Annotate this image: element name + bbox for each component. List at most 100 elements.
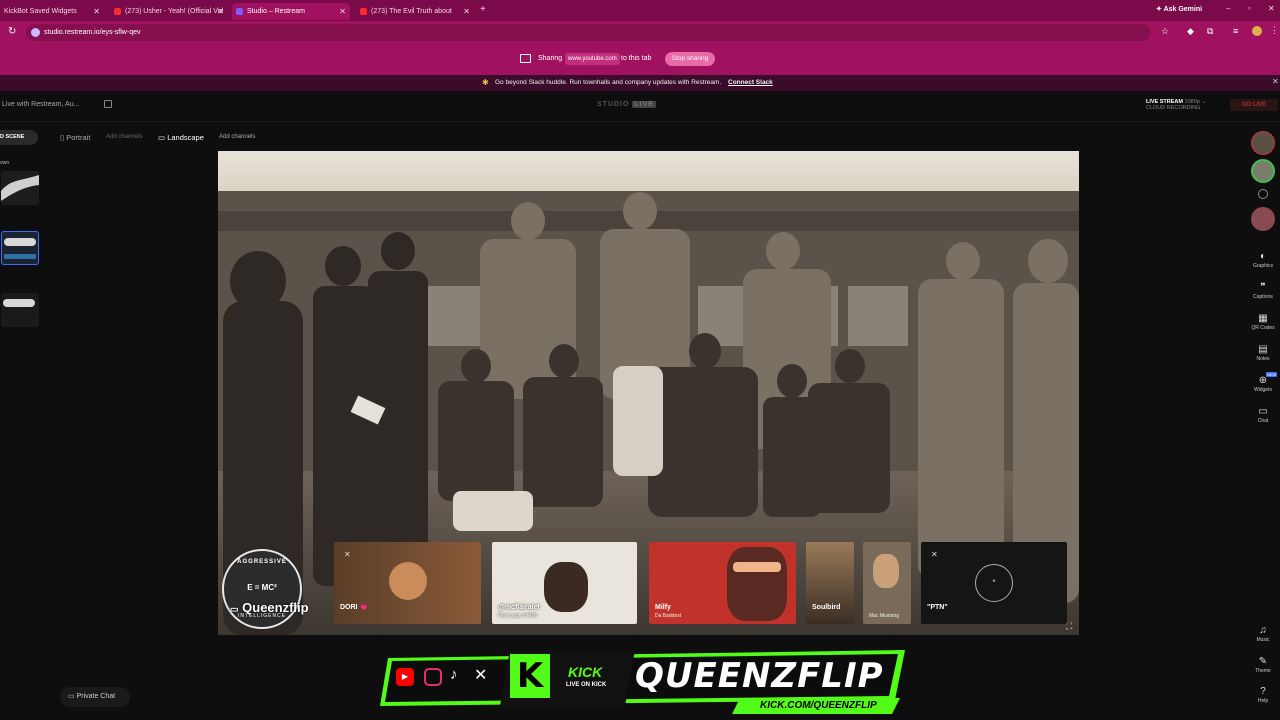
studio-logo: STUDIO LIVE xyxy=(597,101,656,108)
restream-icon xyxy=(236,8,243,15)
tab-title: (273) Usher - Yeah! (Official Vid xyxy=(125,8,224,15)
tiktok-icon: ♪ xyxy=(450,666,458,683)
private-chat-button[interactable]: ▭ Private Chat xyxy=(60,687,130,707)
qr-icon: ▦ xyxy=(1258,313,1268,324)
tab-studio-restream[interactable]: Studio – Restream ✕ xyxy=(232,3,350,20)
close-banner-icon[interactable]: ✕ xyxy=(1272,77,1279,86)
mic-muted-icon: ✕ xyxy=(344,550,351,559)
captions-icon: ❞ xyxy=(1260,282,1266,293)
graphics-tool[interactable]: ◐ Graphics xyxy=(1246,251,1280,269)
close-window-icon[interactable]: ✕ xyxy=(1268,4,1275,13)
scene-thumb-1[interactable] xyxy=(1,171,39,205)
guest-tile-nicflairalet[interactable]: @nicflairalet First Lady of FDN xyxy=(492,542,637,624)
theme-tool[interactable]: ✎ Theme xyxy=(1246,656,1280,674)
live-stream-settings[interactable]: LIVE STREAM 1080p ⌄ CLOUD RECORDING xyxy=(1146,99,1206,111)
screen-share-icon xyxy=(520,54,531,63)
landscape-icon: ▭ xyxy=(158,133,166,142)
close-tab-icon[interactable]: ✕ xyxy=(217,7,224,16)
fullscreen-icon[interactable]: ⛶ xyxy=(1066,621,1072,632)
guest-tile-mac-mustang[interactable]: Mac Mustang xyxy=(863,542,911,624)
tab-title: KickBot Saved Widgets xyxy=(4,8,77,15)
mic-muted-icon: ✕ xyxy=(931,550,938,559)
tab-usher[interactable]: (273) Usher - Yeah! (Official Vid ✕ xyxy=(110,3,228,20)
portrait-layout-tab[interactable]: ▯ Portrait xyxy=(60,133,90,142)
tab-title: (273) The Evil Truth about xyxy=(371,8,452,15)
scene-thumb-2-selected[interactable] xyxy=(1,231,39,265)
minimize-icon[interactable]: – xyxy=(1226,4,1230,13)
add-scene-button[interactable]: D SCENE xyxy=(0,130,38,145)
guest-tile-ptn[interactable]: ✕ “ "PTN" xyxy=(921,542,1067,624)
browser-tab-bar: KickBot Saved Widgets ✕ (273) Usher - Ye… xyxy=(0,0,1280,21)
music-tool[interactable]: ♫ Music xyxy=(1246,625,1280,643)
instagram-icon xyxy=(424,668,442,686)
guest-video xyxy=(727,547,787,621)
new-badge: NEW xyxy=(1266,372,1278,377)
extension-icon[interactable]: ◆ xyxy=(1187,26,1194,37)
add-participant-icon[interactable] xyxy=(1258,189,1268,199)
shared-domain: www.youtube.com xyxy=(565,53,620,65)
menu-dots-icon[interactable]: ⋮ xyxy=(1270,25,1279,36)
landscape-add-channels-link[interactable]: Add channels xyxy=(219,134,255,140)
participant-avatar-2[interactable] xyxy=(1251,159,1275,183)
avatar xyxy=(389,562,427,600)
help-tool[interactable]: ? Help xyxy=(1246,686,1280,704)
aggressive-intelligence-logo: AGGRESSIVE E = MC² INTELLIGENCE xyxy=(222,549,302,629)
chevron-down-icon: ⌄ xyxy=(1201,99,1206,105)
stop-sharing-button[interactable]: Stop sharing xyxy=(665,52,715,66)
reload-icon[interactable]: ↻ xyxy=(8,26,16,37)
puzzle-icon[interactable]: ⧉ xyxy=(1207,26,1213,37)
participant-avatar-1[interactable] xyxy=(1251,131,1275,155)
address-bar-row: ↻ studio.restream.io/eys-sflw-qev ☆ ◆ ⧉ … xyxy=(0,21,1280,44)
scene-guest-strip xyxy=(4,238,36,246)
kick-channel-name: QUEENZFLIP xyxy=(635,656,884,696)
scene-banner-strip xyxy=(4,254,36,259)
participant-avatar-3[interactable] xyxy=(1251,207,1275,231)
guest-tile-dori[interactable]: ✕ DORI 💗 xyxy=(334,542,481,624)
screen-icon: ▭ xyxy=(230,604,239,614)
close-tab-icon[interactable]: ✕ xyxy=(93,7,100,16)
notes-icon: ▤ xyxy=(1258,344,1268,355)
slack-promo-banner: ✱ Go beyond Slack huddle. Run townhalls … xyxy=(0,75,1280,91)
portrait-icon: ▯ xyxy=(60,133,65,142)
tab-evil-truth[interactable]: (273) The Evil Truth about ✕ xyxy=(356,3,474,20)
calendar-icon[interactable] xyxy=(104,100,112,108)
gemini-icon: ✦ xyxy=(1156,6,1162,13)
slack-banner-text: Go beyond Slack huddle. Run townhalls an… xyxy=(495,79,722,86)
chat-bubble-icon: ▭ xyxy=(68,693,75,700)
portrait-add-channels-link[interactable]: Add channels xyxy=(106,134,142,140)
go-live-button[interactable]: GO LIVE xyxy=(1230,99,1278,111)
notes-tool[interactable]: ▤ Notes xyxy=(1246,344,1280,362)
guest-video xyxy=(544,562,588,612)
kick-banner-overlay: ▶ ♪ ✕ K KICK LIVE ON KICK QUEENZFLIP KIC… xyxy=(380,648,905,714)
maximize-icon[interactable]: ▫ xyxy=(1248,4,1251,13)
kick-brand-label: KICK xyxy=(568,664,603,680)
kick-channel-url: KICK.COM/QUEENZFLIP xyxy=(760,700,877,711)
profile-avatar[interactable] xyxy=(1252,26,1262,36)
media-icon[interactable]: ≡ xyxy=(1233,26,1238,36)
guest-tile-soulbird[interactable]: Soulbird xyxy=(806,542,854,624)
stream-title[interactable]: Live with Restream, Au... xyxy=(2,101,79,108)
guest-tile-milfy[interactable]: Milfy Da Baddest xyxy=(649,542,796,624)
ask-gemini-button[interactable]: ✦ Ask Gemini xyxy=(1156,5,1202,13)
scene-guest-strip xyxy=(3,299,35,307)
qr-codes-tool[interactable]: ▦ QR Codes xyxy=(1246,313,1280,331)
bookmark-star-icon[interactable]: ☆ xyxy=(1161,26,1169,37)
palette-icon: ◐ xyxy=(1259,251,1267,262)
connect-slack-link[interactable]: Connect Slack xyxy=(728,79,773,86)
close-tab-icon[interactable]: ✕ xyxy=(339,7,346,16)
close-tab-icon[interactable]: ✕ xyxy=(463,7,470,16)
new-tab-icon[interactable]: + xyxy=(480,4,486,15)
landscape-layout-tab[interactable]: ▭ Landscape xyxy=(158,133,204,142)
url-input[interactable]: studio.restream.io/eys-sflw-qev xyxy=(26,24,1151,41)
youtube-icon xyxy=(360,8,367,15)
chat-tool[interactable]: ▭ Chat xyxy=(1246,406,1280,424)
widgets-tool[interactable]: ⊕ Widgets NEW xyxy=(1246,372,1280,393)
scene-thumb-3[interactable] xyxy=(1,293,39,327)
captions-tool[interactable]: ❞ Captions xyxy=(1246,282,1280,300)
youtube-icon: ▶ xyxy=(396,668,414,686)
site-info-icon[interactable] xyxy=(31,28,40,37)
sharing-label: Sharing xyxy=(538,55,563,62)
music-icon: ♫ xyxy=(1259,625,1267,636)
scene-wave-graphic xyxy=(1,175,39,201)
tab-kickbot[interactable]: KickBot Saved Widgets ✕ xyxy=(0,3,104,20)
